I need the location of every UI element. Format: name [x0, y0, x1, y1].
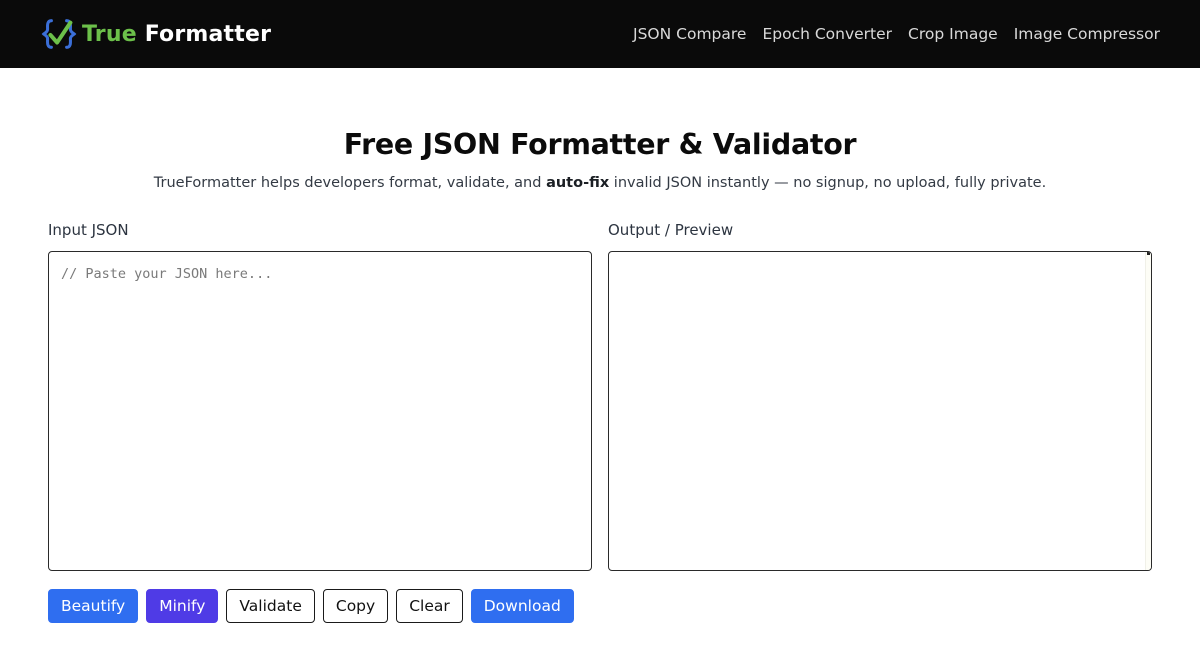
- check-braces-logo-icon: [41, 19, 77, 49]
- download-button[interactable]: Download: [470, 589, 574, 623]
- output-scrollbar[interactable]: [1145, 252, 1151, 570]
- subtitle-text-after: invalid JSON instantly — no signup, no u…: [609, 175, 1047, 191]
- action-toolbar: Beautify Minify Validate Copy Clear Down…: [48, 589, 1152, 623]
- nav-links: JSON Compare Epoch Converter Crop Image …: [633, 25, 1160, 43]
- page-title: Free JSON Formatter & Validator: [343, 128, 857, 161]
- brand-logo-link[interactable]: True Formatter: [40, 15, 271, 53]
- clear-button[interactable]: Clear: [396, 589, 463, 623]
- brand-name-accent: True: [82, 21, 137, 47]
- copy-button[interactable]: Copy: [322, 589, 389, 623]
- output-preview[interactable]: [608, 251, 1152, 571]
- subtitle-text-before: TrueFormatter helps developers format, v…: [153, 175, 547, 191]
- output-pane: Output / Preview: [608, 221, 1152, 571]
- brand-name: True Formatter: [82, 22, 271, 47]
- editor-panes: Input JSON Output / Preview: [48, 221, 1152, 571]
- input-pane: Input JSON: [48, 221, 592, 571]
- beautify-button[interactable]: Beautify: [48, 589, 139, 623]
- nav-link-crop-image[interactable]: Crop Image: [908, 25, 998, 43]
- nav-link-image-compressor[interactable]: Image Compressor: [1014, 25, 1160, 43]
- subtitle-bold-text: auto-fix: [546, 175, 610, 191]
- minify-button[interactable]: Minify: [146, 589, 219, 623]
- output-label: Output / Preview: [608, 221, 734, 239]
- input-label: Input JSON: [48, 221, 129, 239]
- main-content: Free JSON Formatter & Validator TrueForm…: [0, 128, 1200, 623]
- json-input-textarea[interactable]: [48, 251, 592, 571]
- validate-button[interactable]: Validate: [226, 589, 315, 623]
- page-subtitle: TrueFormatter helps developers format, v…: [48, 175, 1152, 191]
- nav-link-epoch-converter[interactable]: Epoch Converter: [762, 25, 892, 43]
- nav-link-json-compare[interactable]: JSON Compare: [633, 25, 746, 43]
- brand-name-main: Formatter: [144, 21, 272, 47]
- top-navbar: True Formatter JSON Compare Epoch Conver…: [0, 0, 1200, 68]
